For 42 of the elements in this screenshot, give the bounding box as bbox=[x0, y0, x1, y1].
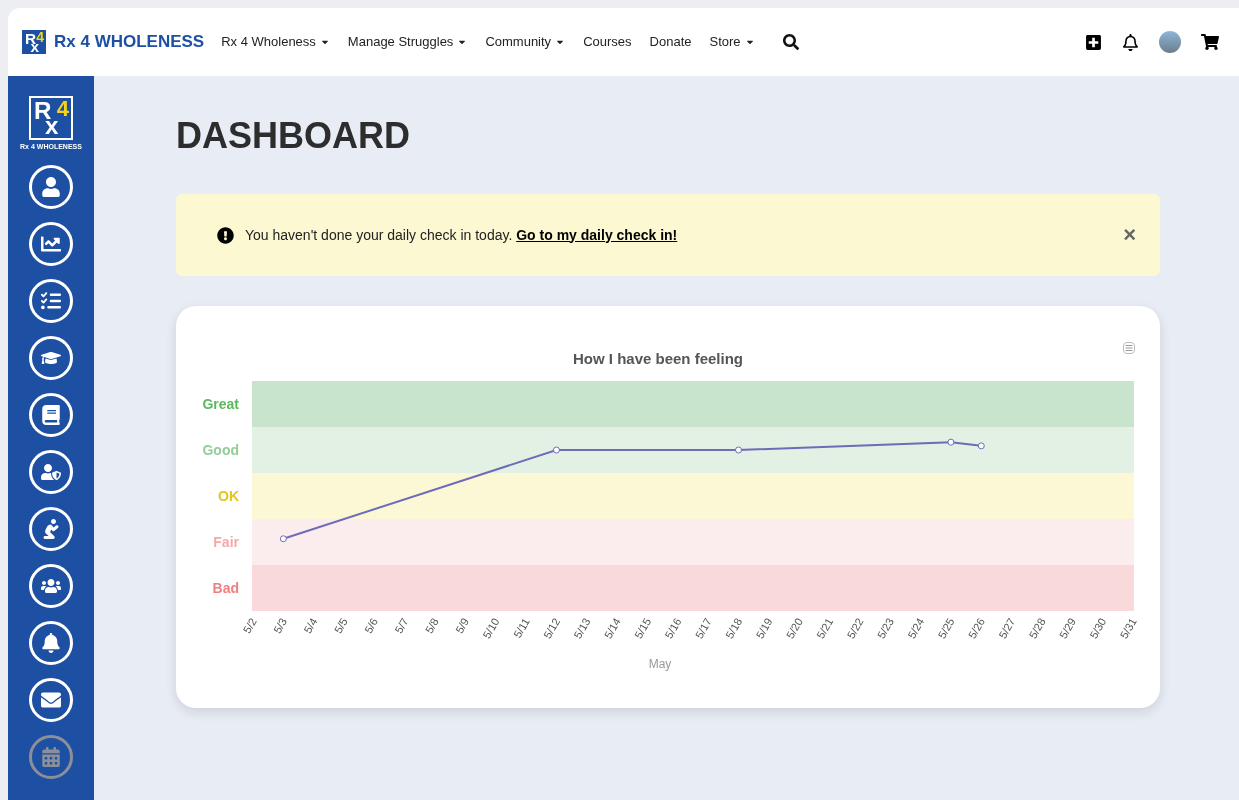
exclamation-icon bbox=[217, 226, 234, 244]
y-axis-label: Bad bbox=[212, 580, 239, 596]
checklist-icon bbox=[41, 290, 61, 311]
cart-icon[interactable] bbox=[1201, 33, 1219, 51]
nav-link[interactable]: Rx 4 Wholeness bbox=[221, 32, 330, 52]
x-axis-title: May bbox=[648, 657, 672, 671]
brand-name: Rx 4 WHOLENESS bbox=[54, 31, 205, 54]
nav-link[interactable]: Courses bbox=[583, 32, 632, 52]
alert-message: You haven't done your daily check in today. Go to my daily check in! bbox=[245, 225, 678, 245]
x-axis-label: 5/5 bbox=[331, 616, 350, 636]
logo-mark: Rx4 bbox=[20, 28, 48, 56]
y-axis-label: Great bbox=[202, 396, 239, 412]
y-axis-label: Fair bbox=[213, 534, 239, 550]
avatar[interactable] bbox=[1159, 31, 1181, 53]
x-axis-label: 5/7 bbox=[392, 616, 411, 636]
check-in-link[interactable]: Go to my daily check in! bbox=[516, 226, 678, 243]
logo-mark: Rx 4 bbox=[29, 96, 73, 140]
add-icon[interactable] bbox=[1085, 33, 1102, 51]
x-axis-label: 5/3 bbox=[271, 616, 290, 636]
nav-link[interactable]: Community bbox=[485, 32, 566, 52]
nav-link[interactable]: Manage Struggles bbox=[347, 32, 468, 52]
y-axis-label: Good bbox=[202, 442, 239, 458]
y-axis-label: OK bbox=[218, 488, 239, 504]
bell-icon bbox=[41, 632, 61, 653]
search-icon[interactable] bbox=[782, 34, 799, 50]
x-axis-label: 5/4 bbox=[301, 616, 320, 636]
bell-icon[interactable] bbox=[1122, 33, 1139, 51]
x-axis-label: 5/8 bbox=[422, 616, 441, 636]
nav-link[interactable]: Store bbox=[709, 32, 755, 52]
x-axis-label: 5/9 bbox=[453, 616, 472, 636]
page-title: DASHBOARD bbox=[176, 118, 411, 154]
user-shield-icon bbox=[41, 461, 61, 482]
book-icon bbox=[41, 404, 61, 425]
nav-link[interactable]: Donate bbox=[649, 32, 692, 52]
close-button[interactable]: × bbox=[1123, 224, 1136, 246]
x-axis-label: 5/6 bbox=[362, 616, 381, 636]
calendar-icon bbox=[41, 746, 61, 767]
chart-menu-icon[interactable] bbox=[1123, 342, 1135, 354]
chart-title: How I have been feeling bbox=[573, 350, 743, 367]
praying-person-icon bbox=[41, 518, 61, 539]
user-icon bbox=[41, 176, 61, 197]
x-axis-label: 5/2 bbox=[240, 616, 259, 636]
